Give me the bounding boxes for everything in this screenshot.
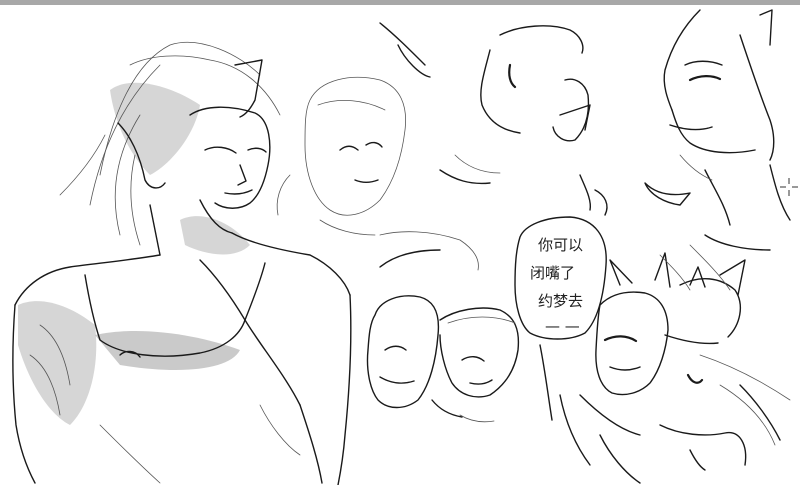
horned-figure-sketch [559,244,791,484]
large-figure-sketch [12,41,352,485]
profile-sketches [379,22,691,216]
speech-line-1: 你可以 [538,236,583,254]
speech-line-3: 约梦去 [538,292,583,310]
round-head-sketch [276,77,479,271]
bald-heads-sketch [366,295,520,423]
speech-line-4: — — [545,317,580,335]
crosshair-icon [780,178,798,196]
speech-bubble: 你可以 闭嘴了 约梦去 — — [514,216,607,421]
sharp-head-sketch [663,9,798,251]
speech-line-2: 闭嘴了 [530,264,575,282]
drawing-canvas[interactable]: 你可以 闭嘴了 约梦去 — — [0,0,800,485]
sketch-artwork[interactable]: 你可以 闭嘴了 约梦去 — — [0,5,800,485]
